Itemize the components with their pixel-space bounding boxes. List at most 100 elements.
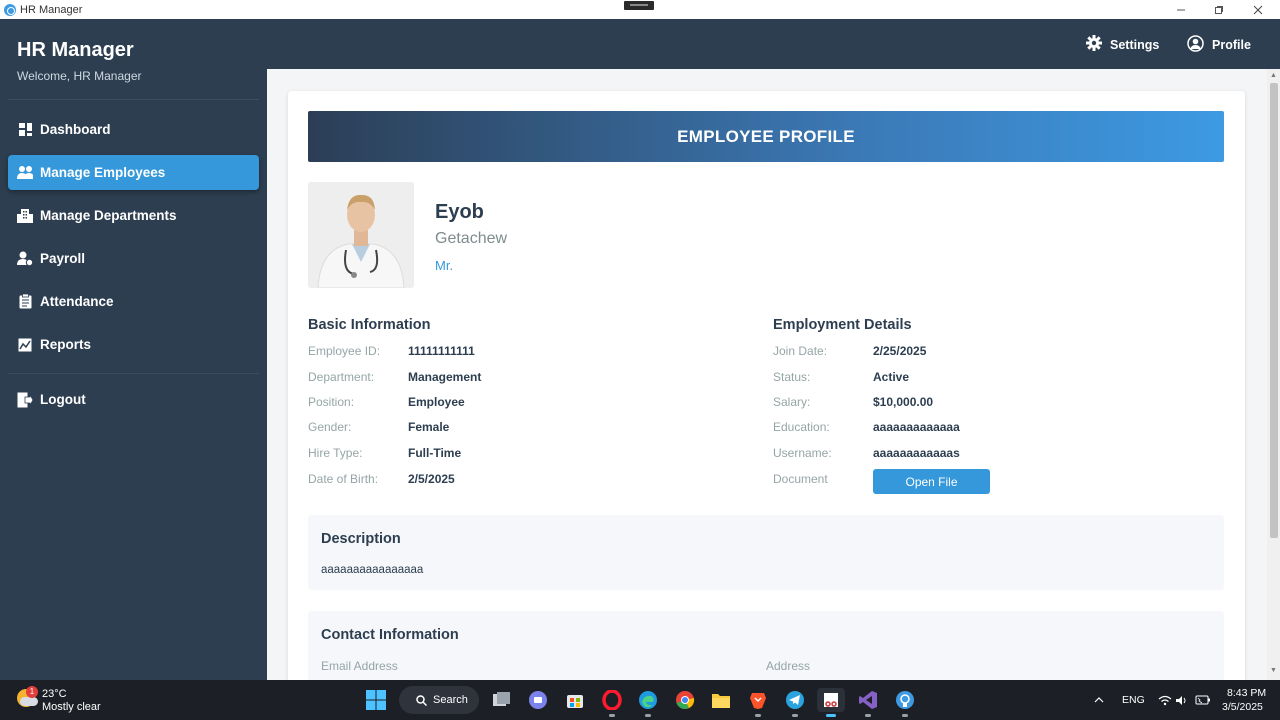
chat-icon	[529, 691, 547, 709]
description-section: Description aaaaaaaaaaaaaaaa	[308, 515, 1224, 590]
chrome-button[interactable]	[673, 688, 697, 712]
scroll-thumb[interactable]	[1270, 83, 1278, 538]
contact-heading: Contact Information	[321, 627, 459, 643]
field-label: Salary:	[773, 395, 811, 409]
field-label: Hire Type:	[308, 446, 363, 460]
sidebar-item-logout[interactable]: Logout	[8, 382, 259, 417]
language-indicator[interactable]: ENG	[1122, 694, 1145, 706]
settings-button[interactable]: Settings	[1086, 35, 1159, 54]
chart-icon	[17, 337, 33, 353]
sidebar-item-dashboard[interactable]: Dashboard	[8, 112, 259, 147]
volume-icon	[1176, 695, 1186, 705]
address-label: Address	[766, 659, 811, 673]
file-explorer-button[interactable]	[709, 688, 733, 712]
building-icon	[17, 208, 33, 224]
email-label: Email Address	[321, 659, 398, 673]
field-label: Username:	[773, 446, 832, 460]
sidebar-item-label: Manage Employees	[40, 165, 166, 180]
weather-condition: Mostly clear	[42, 701, 101, 713]
restore-icon	[1215, 5, 1223, 14]
running-indicator	[609, 714, 615, 717]
minimize-button[interactable]	[1163, 0, 1199, 19]
opera-icon	[602, 690, 622, 710]
document-label: Document	[773, 472, 828, 486]
sidebar-item-payroll[interactable]: Payroll	[8, 241, 259, 276]
window-titlebar: HR Manager	[0, 0, 1280, 19]
start-button[interactable]	[364, 688, 388, 712]
vertical-scrollbar[interactable]: ▲ ▼	[1267, 69, 1280, 680]
visual-studio-button[interactable]	[856, 688, 880, 712]
brave-icon	[750, 693, 766, 709]
weather-widget[interactable]: 1 23°C Mostly clear	[15, 686, 135, 716]
user-circle-icon	[1187, 35, 1204, 55]
folder-icon	[712, 694, 730, 708]
hr-manager-taskbar-button[interactable]	[893, 688, 917, 712]
taskbar-search[interactable]: Search	[399, 686, 479, 714]
employee-photo	[308, 182, 414, 288]
sidebar-item-manage-departments[interactable]: Manage Departments	[8, 198, 259, 233]
sidebar-item-attendance[interactable]: Attendance	[8, 284, 259, 319]
telegram-icon	[786, 691, 804, 709]
open-file-button[interactable]: Open File	[873, 469, 990, 494]
sidebar-item-label: Reports	[40, 337, 92, 352]
position-value: Employee	[408, 395, 465, 409]
visual-studio-icon	[859, 691, 877, 709]
snap-handle[interactable]	[624, 1, 654, 10]
description-text: aaaaaaaaaaaaaaaa	[321, 564, 424, 576]
status-value: Active	[873, 370, 910, 384]
store-button[interactable]	[563, 688, 587, 712]
running-indicator	[792, 714, 798, 717]
clock-time[interactable]: 8:43 PM	[1227, 687, 1266, 699]
telegram-button[interactable]	[783, 688, 807, 712]
close-icon	[1253, 5, 1263, 14]
profile-button[interactable]: Profile	[1187, 35, 1251, 55]
sidebar: HR Manager Welcome, HR Manager Dashboard…	[0, 19, 267, 680]
sidebar-item-label: Attendance	[40, 294, 114, 309]
search-icon	[416, 694, 427, 706]
sidebar-item-manage-employees[interactable]: Manage Employees	[8, 155, 259, 190]
brave-button[interactable]	[746, 688, 770, 712]
clipboard-icon	[17, 294, 33, 310]
employee-last-name: Getachew	[435, 230, 508, 247]
show-hidden-icons-button[interactable]	[1087, 688, 1111, 712]
sidebar-divider	[8, 99, 259, 100]
sidebar-brand: HR Manager	[17, 39, 134, 61]
edge-button[interactable]	[636, 688, 660, 712]
users-icon	[17, 165, 33, 181]
teams-button[interactable]	[526, 688, 550, 712]
minimize-icon	[1177, 9, 1185, 10]
window-title: HR Manager	[20, 3, 83, 16]
opera-button[interactable]	[600, 688, 624, 712]
task-view-button[interactable]	[490, 688, 514, 712]
field-label: Position:	[308, 395, 355, 409]
restore-button[interactable]	[1201, 0, 1237, 19]
field-label: Gender:	[308, 420, 352, 434]
date-of-birth-value: 2/5/2025	[408, 472, 455, 486]
username-value: aaaaaaaaaaaas	[873, 446, 960, 460]
hire-type-value: Full-Time	[408, 446, 462, 460]
field-label: Education:	[773, 420, 830, 434]
snipping-tool-button[interactable]	[817, 688, 845, 712]
scroll-up-icon[interactable]: ▲	[1269, 72, 1278, 79]
top-header: Settings Profile	[267, 19, 1280, 69]
running-indicator	[755, 714, 761, 717]
close-button[interactable]	[1240, 0, 1276, 19]
field-label: Join Date:	[773, 344, 828, 358]
notification-badge: 1	[26, 686, 38, 698]
battery-button[interactable]	[1191, 688, 1215, 712]
clock-date[interactable]: 3/5/2025	[1222, 701, 1263, 713]
app-icon	[896, 691, 914, 709]
payroll-icon	[17, 251, 33, 267]
sidebar-item-reports[interactable]: Reports	[8, 327, 259, 362]
sidebar-item-label: Manage Departments	[40, 208, 177, 223]
basic-info-heading: Basic Information	[308, 317, 431, 333]
profile-banner: EMPLOYEE PROFILE	[308, 111, 1224, 162]
dashboard-icon	[17, 122, 33, 138]
employee-profile-card: EMPLOYEE PROFILE Eyob Getachew Mr. Basic…	[288, 91, 1245, 680]
running-indicator	[902, 714, 908, 717]
search-label: Search	[433, 694, 468, 706]
education-value: aaaaaaaaaaaaa	[873, 420, 960, 434]
field-label: Status:	[773, 370, 811, 384]
scroll-down-icon[interactable]: ▼	[1269, 667, 1278, 674]
field-label: Employee ID:	[308, 344, 381, 358]
